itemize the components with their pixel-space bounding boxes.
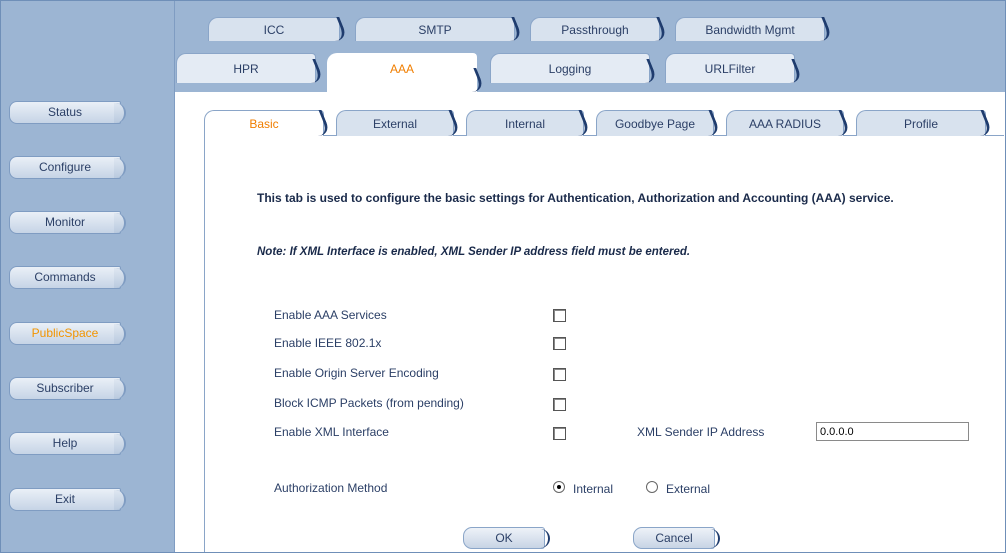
cancel-button[interactable]: Cancel [633, 527, 720, 549]
sidebar-item-help[interactable]: Help [9, 432, 126, 455]
sidebar-item-configure[interactable]: Configure [9, 156, 126, 179]
intro-text: This tab is used to configure the basic … [257, 191, 894, 205]
subtab-aaa-radius[interactable]: AAA RADIUS [726, 110, 844, 136]
sidebar-item-status[interactable]: Status [9, 101, 126, 124]
radio-internal[interactable] [553, 481, 565, 493]
auth-method-label: Authorization Method [274, 481, 388, 495]
radio-internal-label: Internal [573, 482, 614, 496]
option-label-xml-interface: Enable XML Interface [274, 425, 389, 439]
subtab-profile[interactable]: Profile [856, 110, 986, 136]
subtab-goodbye-page[interactable]: Goodbye Page [596, 110, 714, 136]
checkbox-block-icmp[interactable] [553, 398, 566, 411]
checkbox-enable-ieee[interactable] [553, 337, 566, 350]
top-tab-bar: ICC SMTP Passthrough Bandwidth Mgmt HPR … [175, 1, 1005, 92]
checkbox-origin-encoding[interactable] [553, 368, 566, 381]
tab-urlfilter[interactable]: URLFilter [665, 53, 795, 83]
tab-icc[interactable]: ICC [208, 17, 340, 41]
tab-bandwidth-mgmt[interactable]: Bandwidth Mgmt [675, 17, 825, 41]
radio-external-label: External [666, 482, 711, 496]
tab-passthrough[interactable]: Passthrough [530, 17, 660, 41]
sidebar-item-commands[interactable]: Commands [9, 266, 126, 289]
tab-smtp[interactable]: SMTP [355, 17, 515, 41]
sidebar: Status Configure Monitor Commands Public… [1, 1, 175, 552]
tab-aaa[interactable]: AAA [327, 53, 477, 92]
option-label-enable-aaa: Enable AAA Services [274, 308, 387, 322]
sidebar-item-monitor[interactable]: Monitor [9, 211, 126, 234]
note-text: Note: If XML Interface is enabled, XML S… [257, 246, 691, 258]
checkbox-enable-aaa[interactable] [553, 309, 566, 322]
radio-external[interactable] [646, 481, 658, 493]
tab-hpr[interactable]: HPR [176, 53, 316, 83]
sidebar-item-publicspace[interactable]: PublicSpace [9, 322, 126, 345]
checkbox-xml-interface[interactable] [553, 427, 566, 440]
subtab-bar: Basic External Internal Goodbye Page AAA… [204, 110, 1004, 136]
subtab-internal[interactable]: Internal [466, 110, 584, 136]
option-label-origin-encoding: Enable Origin Server Encoding [274, 366, 439, 380]
option-label-block-icmp: Block ICMP Packets (from pending) [274, 396, 464, 410]
option-label-enable-ieee: Enable IEEE 802.1x [274, 336, 382, 350]
xml-sender-label: XML Sender IP Address [637, 425, 765, 439]
sidebar-item-subscriber[interactable]: Subscriber [9, 377, 126, 400]
subtab-external[interactable]: External [336, 110, 454, 136]
sidebar-item-exit[interactable]: Exit [9, 488, 126, 511]
xml-sender-ip-input[interactable] [816, 422, 969, 441]
tab-logging[interactable]: Logging [490, 53, 650, 83]
ok-button[interactable]: OK [463, 527, 550, 549]
subtab-basic[interactable]: Basic [204, 110, 324, 136]
